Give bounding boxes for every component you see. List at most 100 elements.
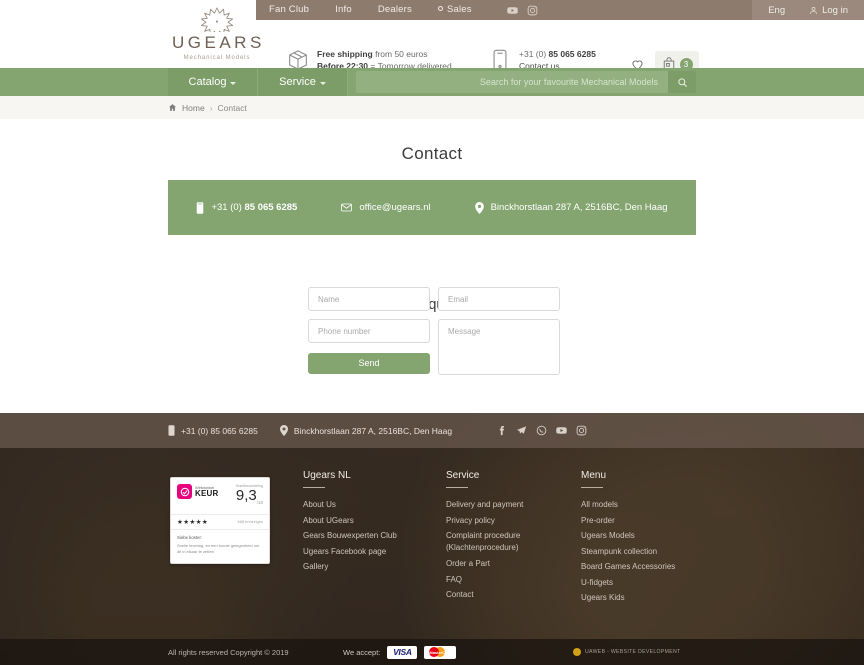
page-title: Contact [401,144,463,163]
page-root: Fan Club Info Dealers Sales Eng Log in U… [0,0,864,665]
top-link-sales[interactable]: Sales [425,0,485,20]
home-icon[interactable] [168,103,177,112]
message-textarea[interactable] [438,319,560,375]
footer-address-text: Binckhorstlaan 287 A, 2516BC, Den Haag [293,425,453,436]
payment-label: We accept: [343,647,381,657]
mail-icon [341,203,353,212]
payment-methods: We accept: VISA MasterCard [343,645,457,659]
main-content: Contact +31 (0) 85 065 6285 office@ugear… [0,119,864,413]
breadcrumb-current: Contact [217,102,247,113]
footer-link[interactable]: U-fidgets [581,575,731,591]
footer-link[interactable]: Steampunk collection [581,544,731,560]
youtube-icon[interactable] [506,5,518,16]
footer-link[interactable]: Ugears Kids [581,590,731,606]
shipping-rest-1: from 50 euros [372,49,428,59]
breadcrumb-separator: › [209,102,213,113]
band-email[interactable]: office@ugears.nl [341,202,431,213]
footer-link[interactable]: Order a Part [446,556,581,572]
developer-text: UAWEB - WEBSITE DEVELOPMENT [585,649,681,655]
footer-link[interactable]: Privacy policy [446,513,581,529]
band-phone[interactable]: +31 (0) 85 065 6285 [196,201,297,214]
footer-link[interactable]: FAQ [446,572,581,588]
facebook-icon[interactable] [496,425,507,436]
footer-link[interactable]: Pre-order [581,513,731,529]
footer-heading: Service [446,470,480,481]
name-input[interactable] [308,287,430,311]
shipping-strong-1: Free shipping [317,49,373,59]
location-pin-icon [279,425,288,436]
instagram-icon[interactable] [527,5,538,16]
breadcrumb-home[interactable]: Home [182,103,205,113]
footer-address[interactable]: Binckhorstlaan 287 A, 2516BC, Den Haag [279,425,453,436]
footer-link[interactable]: Gallery [303,559,446,575]
footer-link[interactable]: Ugears Facebook page [303,544,446,560]
footer-social-links [496,425,587,436]
language-selector[interactable]: Eng [758,5,795,16]
send-button[interactable]: Send [308,352,430,374]
footer-contact-bar: +31 (0) 85 065 6285 Binckhorstlaan 287 A… [0,413,864,448]
site-footer: +31 (0) 85 065 6285 Binckhorstlaan 287 A… [0,413,864,665]
chevron-down-icon [319,81,326,85]
contact-form: Send [308,287,560,375]
nav-catalog[interactable]: Catalog [168,68,258,96]
breadcrumb-bar: Home › Contact [0,96,864,119]
search-bar [356,71,696,93]
user-icon [809,6,818,15]
top-link-dealers[interactable]: Dealers [365,0,425,20]
heading-rule [303,487,325,488]
footer-link-columns: Ugears NL About Us About UGears Gears Bo… [168,470,748,606]
footer-link[interactable]: Board Games Accessories [581,559,731,575]
footer-heading: Menu [581,470,607,481]
footer-link[interactable]: Gears Bouwexperten Club [303,528,446,544]
developer-credit[interactable]: UAWEB - WEBSITE DEVELOPMENT [573,648,681,656]
band-address-text: Binckhorstlaan 287 A, 2516BC, Den Haag [490,202,668,213]
top-nav-links: Fan Club Info Dealers Sales [256,0,538,20]
visa-icon: VISA [387,645,418,659]
footer-link[interactable]: Complaint procedure (Klachtenprocedure) [446,530,581,554]
top-right-group: Eng Log in [752,0,864,20]
footer-column-service: Service Delivery and payment Privacy pol… [446,470,581,606]
phone-input[interactable] [308,319,430,343]
mobile-phone-icon [168,425,175,436]
footer-link[interactable]: Ugears Models [581,528,731,544]
telegram-icon[interactable] [516,425,527,436]
gear-burst-icon [172,6,262,32]
footer-phone[interactable]: +31 (0) 85 065 6285 [168,425,258,436]
footer-heading: Ugears NL [303,470,351,481]
youtube-icon[interactable] [556,425,567,436]
logo-wordmark: UGEARS [172,33,265,52]
top-link-fan-club[interactable]: Fan Club [256,0,322,20]
breadcrumb: Home › Contact [168,103,247,113]
footer-contact-group: +31 (0) 85 065 6285 Binckhorstlaan 287 A… [168,425,587,436]
footer-link[interactable]: All models [581,497,731,513]
logo-tagline: Mechanical Models [183,55,251,61]
instagram-icon[interactable] [576,425,587,436]
footer-link[interactable]: Contact [446,587,581,603]
phone-prefix: +31 (0) [519,49,549,59]
copyright-text: All rights reserved Copyright © 2019 [168,647,289,657]
nav-service[interactable]: Service [258,68,348,96]
search-button[interactable] [668,71,696,93]
navbar-left-spacer [0,68,168,96]
uaweb-logo-icon [573,648,581,656]
top-social-links [506,5,538,16]
footer-link[interactable]: About Us [303,497,446,513]
copyright-bar: All rights reserved Copyright © 2019 We … [0,639,864,665]
nav-catalog-label: Catalog [188,76,227,88]
contact-info-band: +31 (0) 85 065 6285 office@ugears.nl Bin… [168,180,696,235]
footer-link[interactable]: Delivery and payment [446,497,581,513]
footer-link[interactable]: About UGears [303,513,446,529]
search-input[interactable] [356,77,668,87]
chevron-down-icon [230,81,237,85]
band-address[interactable]: Binckhorstlaan 287 A, 2516BC, Den Haag [474,201,668,214]
top-link-info[interactable]: Info [322,0,365,20]
email-input[interactable] [438,287,560,311]
whatsapp-icon[interactable] [536,425,547,436]
site-logo[interactable]: UGEARS Mechanical Models [172,6,262,61]
mastercard-icon: MasterCard [424,645,457,659]
login-button[interactable]: Log in [799,5,854,16]
mobile-phone-icon [196,201,204,214]
heading-rule [446,487,468,488]
site-header: UGEARS Mechanical Models Free shipping f… [0,7,864,77]
mastercard-label: MasterCard [429,649,452,655]
